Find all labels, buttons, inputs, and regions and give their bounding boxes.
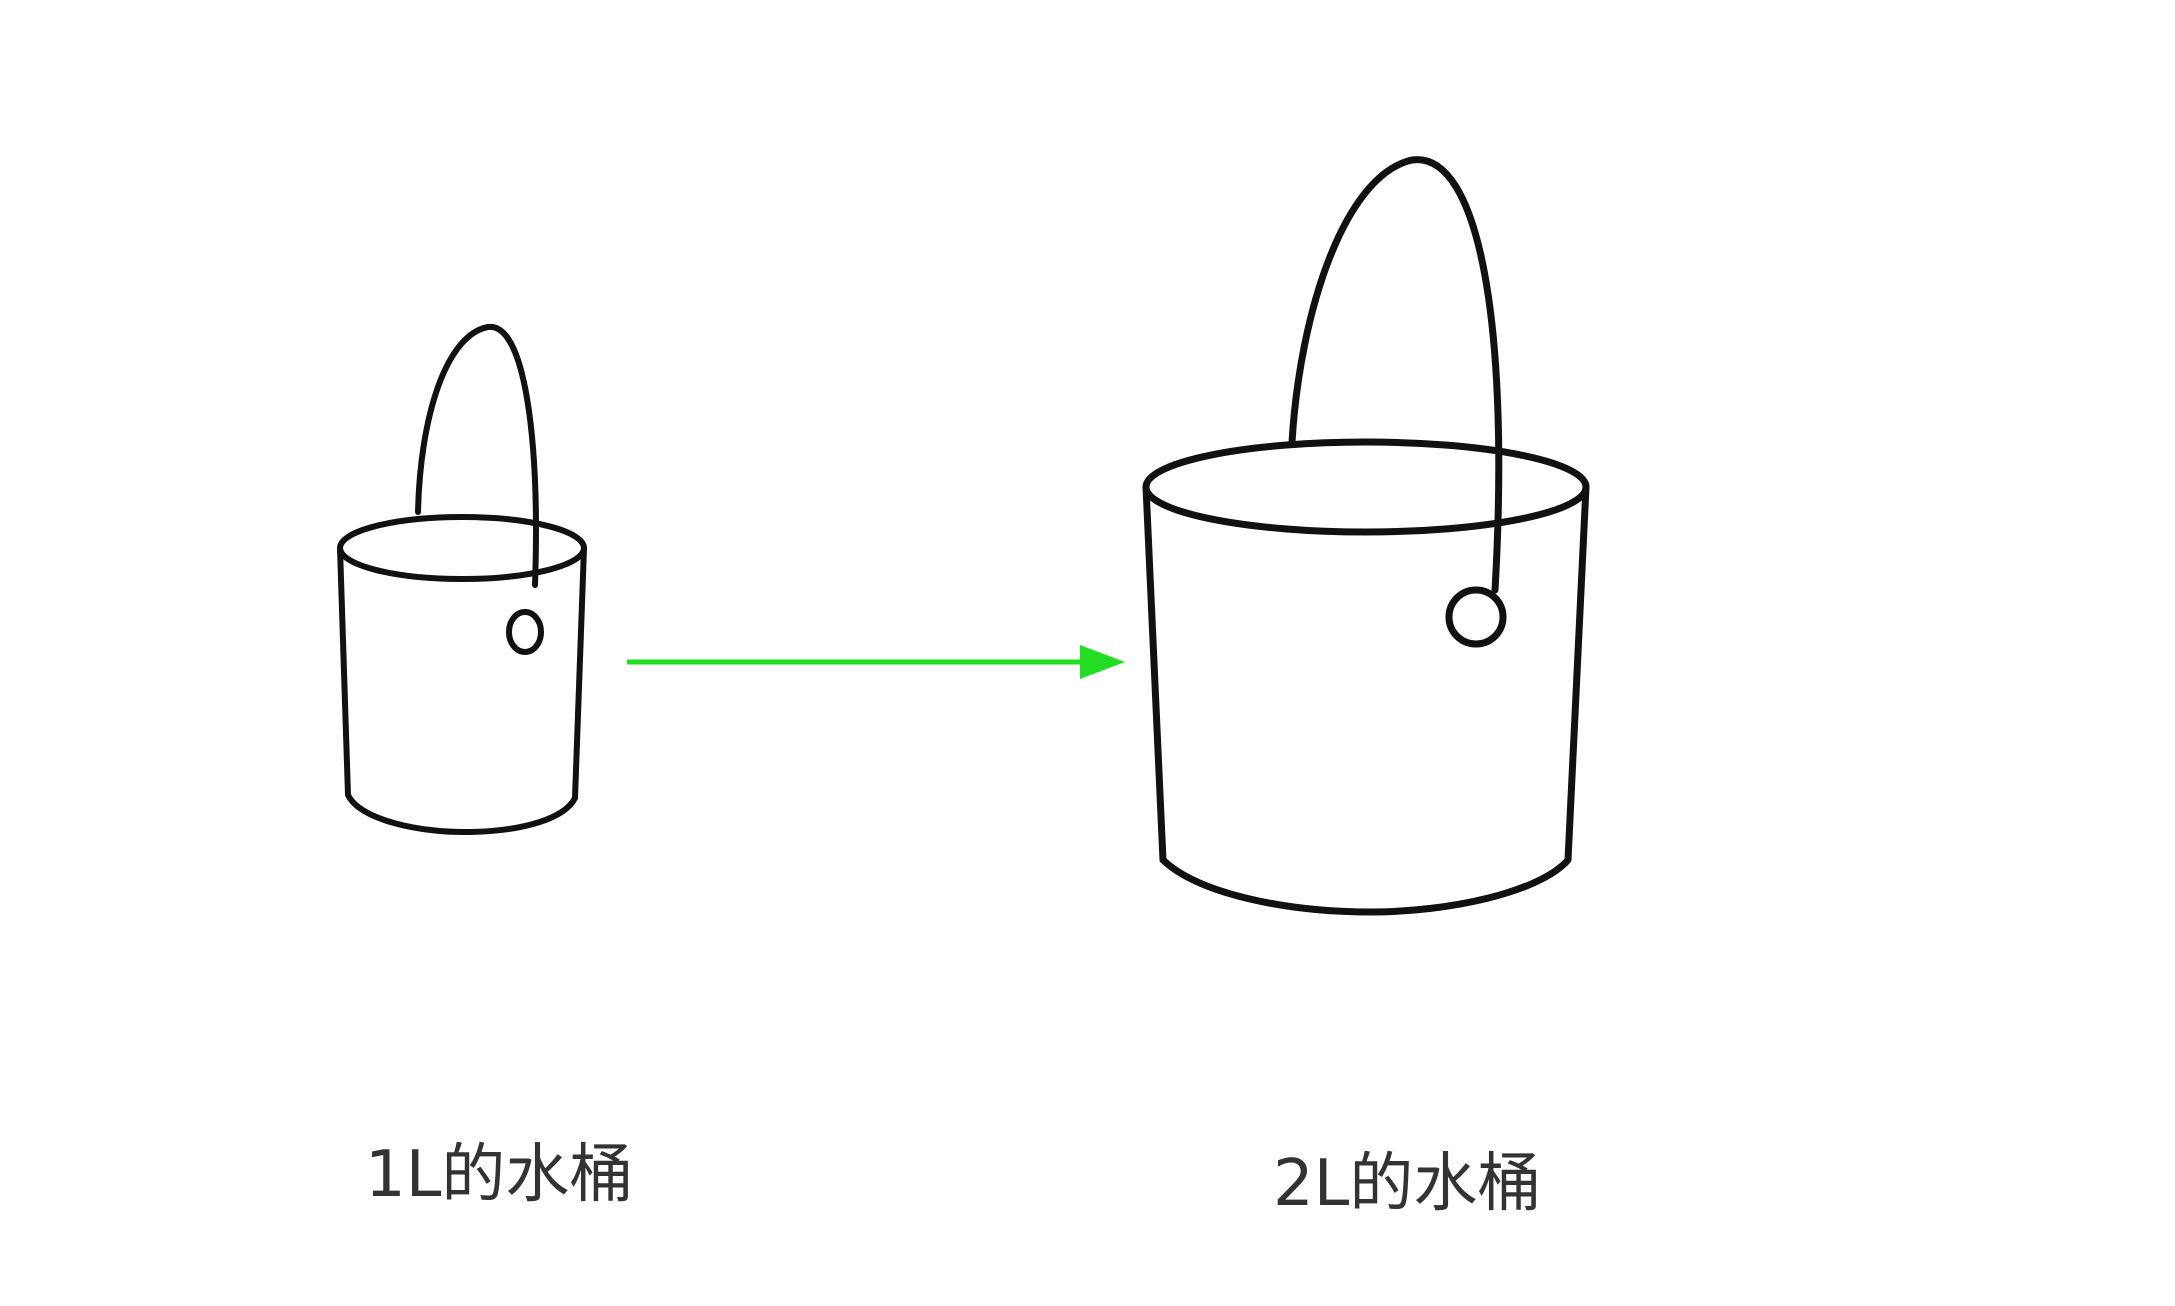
large-bucket-icon — [1142, 156, 1590, 916]
large-bucket-ring — [1445, 586, 1507, 648]
small-bucket-rim — [337, 514, 587, 582]
small-bucket-body — [337, 545, 587, 836]
small-bucket-icon — [337, 323, 587, 836]
small-bucket-label: 1L的水桶 — [365, 1138, 634, 1212]
large-bucket-label: 2L的水桶 — [1273, 1147, 1542, 1221]
large-bucket-rim — [1142, 438, 1590, 536]
small-bucket-handle — [415, 323, 539, 588]
arrow-right-icon — [627, 645, 1125, 679]
arrow-head — [1080, 645, 1125, 679]
diagram-canvas — [337, 156, 1590, 916]
small-bucket-ring — [506, 609, 544, 655]
large-bucket-body — [1142, 483, 1590, 916]
